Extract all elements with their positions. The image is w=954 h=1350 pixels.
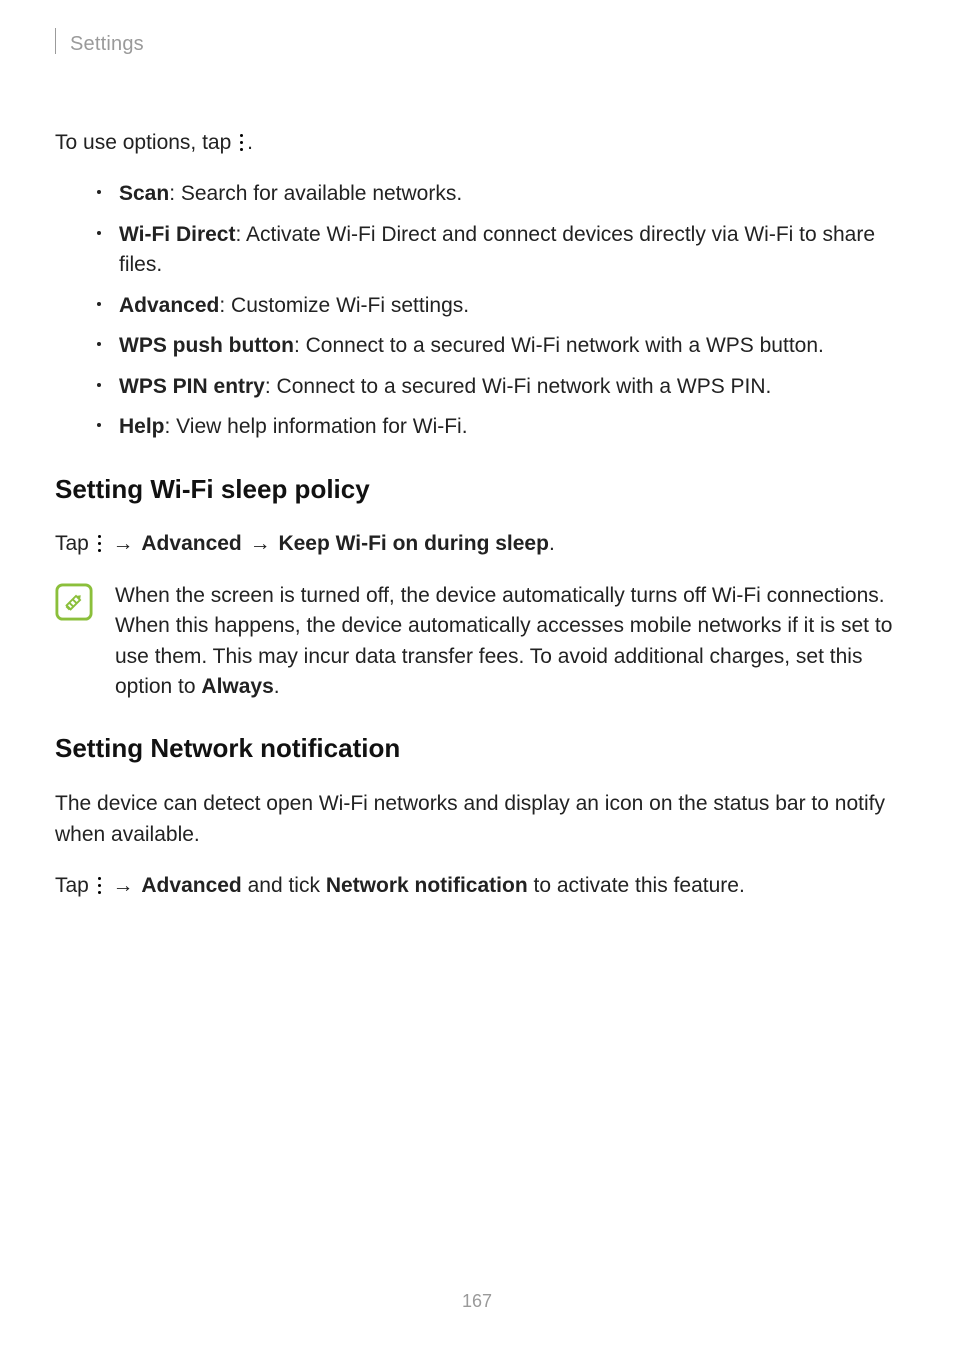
breadcrumb-area: Settings — [55, 30, 899, 58]
step-post: to activate this feature. — [528, 874, 745, 897]
option-label: Wi-Fi Direct — [119, 223, 235, 246]
step-advanced: Advanced — [141, 532, 241, 555]
step-keep: Keep Wi-Fi on during sleep — [278, 532, 549, 555]
option-desc: : Search for available networks. — [169, 182, 462, 205]
breadcrumb: Settings — [70, 30, 144, 59]
network-notification-para: The device can detect open Wi-Fi network… — [55, 789, 899, 850]
arrow-icon: → — [250, 529, 271, 559]
option-desc: : Connect to a secured Wi-Fi network wit… — [294, 334, 824, 357]
note-post: . — [274, 675, 280, 698]
note-text: When the screen is turned off, the devic… — [115, 581, 899, 703]
note-block: When the screen is turned off, the devic… — [55, 581, 899, 703]
list-item: Wi-Fi Direct: Activate Wi-Fi Direct and … — [97, 220, 899, 281]
page: Settings To use options, tap . Scan: Sea… — [0, 0, 954, 1350]
list-item: WPS push button: Connect to a secured Wi… — [97, 331, 899, 361]
list-item: Scan: Search for available networks. — [97, 179, 899, 209]
list-item: Advanced: Customize Wi-Fi settings. — [97, 291, 899, 321]
step-tap: Tap — [55, 532, 89, 555]
intro-suffix: . — [247, 131, 253, 154]
step-mid: and tick — [242, 874, 326, 897]
note-pencil-icon — [55, 583, 93, 621]
options-list: Scan: Search for available networks. Wi-… — [55, 179, 899, 442]
option-label: Help — [119, 415, 165, 438]
option-label: Advanced — [119, 294, 219, 317]
option-label: WPS PIN entry — [119, 375, 265, 398]
more-options-icon — [237, 134, 247, 152]
note-bold: Always — [201, 675, 273, 698]
network-notification-steps: Tap → Advanced and tick Network notifica… — [55, 871, 899, 901]
step-tap: Tap — [55, 874, 89, 897]
breadcrumb-marker — [55, 28, 56, 54]
step-advanced: Advanced — [141, 874, 241, 897]
option-label: Scan — [119, 182, 169, 205]
option-label: WPS push button — [119, 334, 294, 357]
page-number: 167 — [0, 1288, 954, 1314]
arrow-icon: → — [113, 871, 134, 901]
step-netnotif: Network notification — [326, 874, 528, 897]
more-options-icon — [95, 877, 105, 895]
option-desc: : View help information for Wi-Fi. — [165, 415, 468, 438]
option-desc: : Connect to a secured Wi-Fi network wit… — [265, 375, 772, 398]
list-item: WPS PIN entry: Connect to a secured Wi-F… — [97, 372, 899, 402]
list-item: Help: View help information for Wi-Fi. — [97, 412, 899, 442]
step-period: . — [549, 532, 555, 555]
section-heading-sleep-policy: Setting Wi-Fi sleep policy — [55, 471, 899, 509]
sleep-policy-steps: Tap → Advanced → Keep Wi-Fi on during sl… — [55, 529, 899, 559]
arrow-icon: → — [113, 529, 134, 559]
note-icon-wrap — [55, 581, 115, 621]
section-heading-network-notification: Setting Network notification — [55, 730, 899, 768]
intro-prefix: To use options, tap — [55, 131, 231, 154]
option-desc: : Customize Wi-Fi settings. — [219, 294, 469, 317]
intro-paragraph: To use options, tap . — [55, 128, 899, 158]
more-options-icon — [95, 535, 105, 553]
